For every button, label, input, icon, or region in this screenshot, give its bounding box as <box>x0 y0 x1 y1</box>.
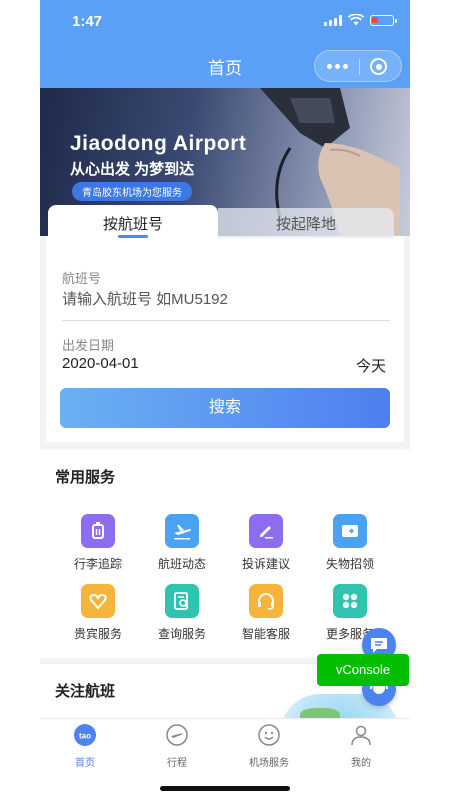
status-time: 1:47 <box>72 13 103 30</box>
common-services-title: 常用服务 <box>55 469 116 486</box>
user-icon <box>351 725 371 746</box>
service-smart-support[interactable]: 智能客服 <box>226 584 306 642</box>
followed-flights-title: 关注航班 <box>55 683 116 700</box>
service-label: 投诉建议 <box>241 557 290 571</box>
heart-icon <box>81 584 115 618</box>
mini-program-screen: 1:47 首页 Jiaodong Airport 从心出发 为梦到达 青岛胶东机… <box>40 0 410 800</box>
service-label: 失物招领 <box>325 557 374 571</box>
capsule-divider <box>359 59 360 75</box>
tabbar-item-mine[interactable]: 我的 <box>321 723 401 769</box>
luggage-icon <box>81 514 115 548</box>
home-indicator <box>160 786 290 791</box>
edit-icon <box>249 514 283 548</box>
navigation-bar: 首页 <box>40 44 410 88</box>
service-label: 查询服务 <box>157 627 206 641</box>
banner-pill: 青岛胶东机场为您服务 <box>72 182 192 201</box>
banner-title: Jiaodong Airport <box>70 132 247 155</box>
tab-by-route[interactable]: 按起降地 <box>218 208 394 238</box>
search-button[interactable]: 搜索 <box>60 388 390 428</box>
departure-date-picker[interactable]: 2020-04-01 <box>62 355 139 372</box>
battery-icon <box>370 14 397 26</box>
service-complaints[interactable]: 投诉建议 <box>226 514 306 572</box>
active-tab-indicator <box>118 235 148 238</box>
today-tag: 今天 <box>355 358 386 375</box>
service-lost-and-found[interactable]: 失物招领 <box>310 514 390 572</box>
service-luggage-tracking[interactable]: 行李追踪 <box>58 514 138 572</box>
headset-icon <box>249 584 283 618</box>
tabbar-label: 我的 <box>351 758 371 769</box>
tab-by-flight-number-label: 按航班号 <box>102 216 163 233</box>
mini-program-capsule <box>314 50 402 82</box>
status-icons <box>324 14 397 26</box>
field-divider <box>62 320 390 321</box>
more-options-icon[interactable] <box>327 64 348 69</box>
signal-icon <box>324 14 342 26</box>
banner-slogan: 从心出发 为梦到达 <box>70 161 195 178</box>
departure-date-label: 出发日期 <box>62 338 115 353</box>
service-vip[interactable]: 贵宾服务 <box>58 584 138 642</box>
tabbar-item-airport-services[interactable]: 机场服务 <box>229 723 309 769</box>
service-inquiry[interactable]: 查询服务 <box>142 584 222 642</box>
close-mini-program-icon[interactable] <box>370 58 387 75</box>
service-label: 航班动态 <box>157 557 206 571</box>
tabbar-item-home[interactable]: tao 首页 <box>45 723 125 769</box>
service-label: 行李追踪 <box>73 557 122 571</box>
tabbar-label: 行程 <box>167 758 187 769</box>
document-search-icon <box>165 584 199 618</box>
bottom-safe-area <box>40 768 410 800</box>
flight-number-input[interactable]: 请输入航班号 如MU5192 <box>62 288 228 309</box>
trip-icon <box>166 724 188 746</box>
wallet-icon <box>333 514 367 548</box>
service-label: 智能客服 <box>241 627 290 641</box>
service-flight-status[interactable]: 航班动态 <box>142 514 222 572</box>
flight-number-label: 航班号 <box>62 271 102 286</box>
bottom-tab-bar: tao 首页 行程 机场服务 我的 <box>40 718 410 769</box>
smile-service-icon <box>258 724 280 746</box>
vconsole-button[interactable]: vConsole <box>317 654 409 686</box>
tab-by-flight-number[interactable]: 按航班号 <box>48 205 218 241</box>
svg-text:tao: tao <box>79 732 91 741</box>
tabbar-label: 首页 <box>75 758 95 769</box>
service-label: 贵宾服务 <box>73 627 122 641</box>
wifi-icon <box>348 14 364 26</box>
airplane-icon <box>165 514 199 548</box>
grid-icon <box>333 584 367 618</box>
home-logo-icon: tao <box>74 724 96 746</box>
tabbar-label: 机场服务 <box>249 758 289 769</box>
status-bar: 1:47 <box>40 0 410 44</box>
tabbar-item-trip[interactable]: 行程 <box>137 723 217 769</box>
